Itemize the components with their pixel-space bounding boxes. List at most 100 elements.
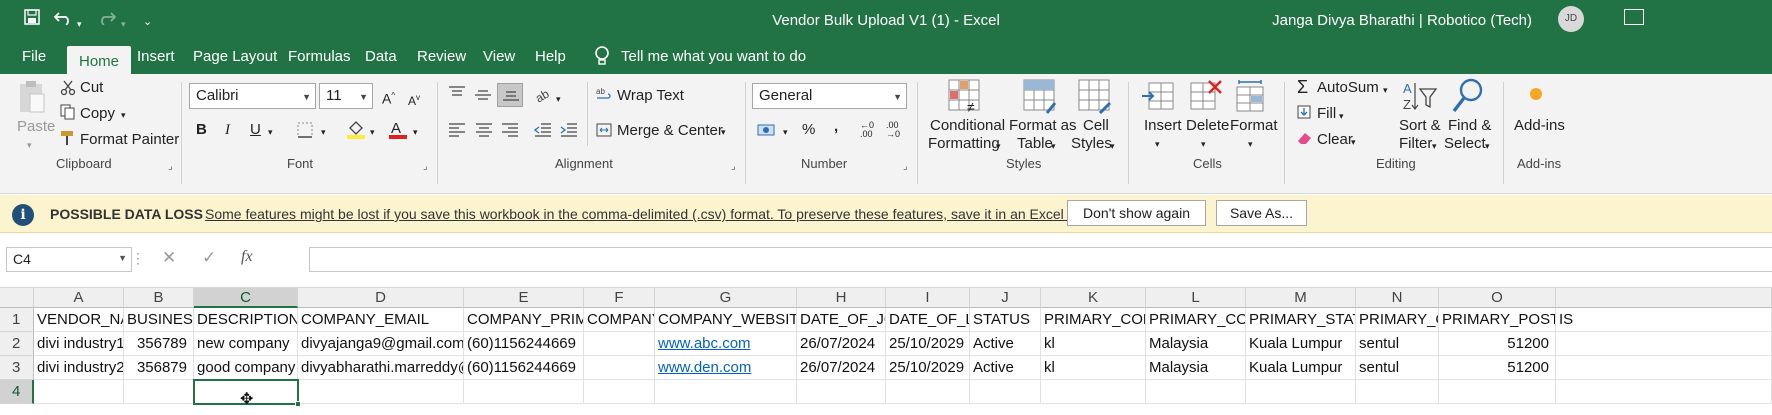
borders-dropdown-icon[interactable]: ▾: [321, 123, 326, 141]
tab-data[interactable]: Data: [365, 47, 397, 67]
tab-insert[interactable]: Insert: [137, 47, 175, 67]
table-cell[interactable]: [124, 380, 194, 404]
header-cell[interactable]: PRIMARY_CI: [1356, 308, 1439, 332]
accounting-format-icon[interactable]: [757, 122, 777, 141]
italic-button[interactable]: I: [225, 121, 230, 139]
conditional-formatting-button[interactable]: Conditional: [930, 117, 1005, 135]
align-center-icon[interactable]: [475, 123, 493, 140]
table-cell[interactable]: [970, 380, 1041, 404]
paste-button[interactable]: Paste: [17, 118, 55, 136]
top-align-icon[interactable]: [448, 86, 466, 103]
table-cell[interactable]: 51200: [1439, 332, 1556, 356]
tell-me-search[interactable]: Tell me what you want to do: [621, 47, 806, 67]
row-header-4[interactable]: 4: [0, 380, 34, 404]
table-cell[interactable]: 356789: [124, 332, 194, 356]
increase-decimal-icon[interactable]: ←0.00: [860, 121, 874, 139]
header-cell[interactable]: PRIMARY_STATE: [1246, 308, 1356, 332]
header-cell[interactable]: STATUS: [970, 308, 1041, 332]
header-cell[interactable]: COMPANY_EMAIL: [298, 308, 464, 332]
column-header-g[interactable]: G: [655, 288, 797, 308]
table-cell[interactable]: divyajanga9@gmail.com: [298, 332, 464, 356]
borders-icon[interactable]: [297, 122, 313, 141]
middle-align-icon[interactable]: [474, 88, 492, 105]
column-header-l[interactable]: L: [1146, 288, 1246, 308]
number-format-select[interactable]: General ▼: [752, 83, 907, 109]
table-cell[interactable]: [655, 380, 797, 404]
table-cell[interactable]: divyabharathi.marreddy@: [298, 356, 464, 380]
column-header-i[interactable]: I: [886, 288, 970, 308]
paste-dropdown-icon[interactable]: ▾: [27, 136, 32, 154]
tab-formulas[interactable]: Formulas: [288, 47, 351, 67]
clear-button[interactable]: Clear: [1317, 131, 1353, 149]
header-cell[interactable]: IS: [1556, 308, 1772, 332]
orientation-dropdown-icon[interactable]: ▾: [556, 90, 561, 108]
decrease-indent-icon[interactable]: [533, 123, 552, 140]
column-header-a[interactable]: A: [34, 288, 124, 308]
increase-indent-icon[interactable]: [560, 123, 578, 140]
table-cell[interactable]: kl: [1041, 356, 1146, 380]
fill-color-icon[interactable]: [346, 120, 366, 143]
table-cell[interactable]: sentul: [1356, 332, 1439, 356]
tab-view[interactable]: View: [483, 47, 515, 67]
clipboard-launcher-icon[interactable]: ⌟: [168, 158, 173, 176]
table-cell[interactable]: (60)1156244669: [464, 332, 584, 356]
header-cell[interactable]: PRIMARY_COU: [1146, 308, 1246, 332]
paste-icon[interactable]: [18, 80, 46, 119]
column-header-c[interactable]: C: [194, 288, 298, 308]
insert-cells-button[interactable]: Insert: [1144, 117, 1182, 135]
insert-function-icon[interactable]: fx: [241, 248, 253, 266]
table-cell[interactable]: [1041, 380, 1146, 404]
column-header-j[interactable]: J: [970, 288, 1041, 308]
comma-style-button[interactable]: ,: [834, 118, 838, 136]
enter-icon[interactable]: ✓: [202, 248, 216, 268]
header-cell[interactable]: VENDOR_NAM: [34, 308, 124, 332]
accounting-dropdown-icon[interactable]: ▾: [783, 123, 788, 141]
tab-file[interactable]: File: [22, 47, 46, 67]
decrease-decimal-icon[interactable]: .00 →0: [886, 121, 900, 139]
column-header[interactable]: [1556, 288, 1772, 308]
table-cell[interactable]: good company: [194, 356, 298, 380]
header-cell[interactable]: COMPANY: [584, 308, 655, 332]
merge-dropdown-icon[interactable]: ▾: [721, 123, 726, 141]
sort-filter-button[interactable]: Sort &: [1399, 117, 1441, 135]
tab-help[interactable]: Help: [535, 47, 566, 67]
number-launcher-icon[interactable]: ⌟: [903, 158, 908, 176]
table-cell[interactable]: sentul: [1356, 356, 1439, 380]
table-cell[interactable]: www.den.com: [655, 356, 797, 380]
column-header-n[interactable]: N: [1356, 288, 1439, 308]
font-launcher-icon[interactable]: ⌟: [423, 158, 428, 176]
avatar[interactable]: JD: [1558, 6, 1584, 32]
table-cell[interactable]: 26/07/2024: [797, 332, 886, 356]
header-cell[interactable]: DATE_OF_JO: [797, 308, 886, 332]
table-cell[interactable]: divi industry2: [34, 356, 124, 380]
autosum-button[interactable]: AutoSum: [1317, 79, 1379, 97]
table-cell[interactable]: [584, 332, 655, 356]
fill-button[interactable]: Fill: [1317, 105, 1336, 123]
copy-button[interactable]: Copy: [80, 105, 115, 123]
wrap-text-button[interactable]: Wrap Text: [617, 87, 684, 105]
table-cell[interactable]: divi industry1: [34, 332, 124, 356]
tab-home[interactable]: Home: [67, 46, 132, 74]
increase-font-size-icon[interactable]: A^: [382, 87, 395, 108]
column-header-f[interactable]: F: [584, 288, 655, 308]
table-cell[interactable]: [1146, 380, 1246, 404]
column-header-h[interactable]: H: [797, 288, 886, 308]
table-cell[interactable]: (60)1156244669: [464, 356, 584, 380]
percent-style-button[interactable]: %: [802, 121, 815, 139]
table-cell[interactable]: [1556, 380, 1772, 404]
column-header-e[interactable]: E: [464, 288, 584, 308]
table-cell[interactable]: [797, 380, 886, 404]
table-cell[interactable]: [464, 380, 584, 404]
header-cell[interactable]: PRIMARY_POSTC: [1439, 308, 1556, 332]
table-cell[interactable]: [1556, 356, 1772, 380]
table-cell[interactable]: 51200: [1439, 356, 1556, 380]
clear-dropdown-icon[interactable]: ▾: [1351, 133, 1356, 151]
table-cell[interactable]: [584, 356, 655, 380]
align-left-icon[interactable]: [448, 123, 466, 140]
table-cell[interactable]: [1439, 380, 1556, 404]
table-cell[interactable]: kl: [1041, 332, 1146, 356]
bold-button[interactable]: B: [196, 121, 207, 139]
cell-styles-button[interactable]: Cell: [1083, 117, 1109, 135]
autosum-dropdown-icon[interactable]: ▾: [1383, 81, 1388, 99]
tab-review[interactable]: Review: [417, 47, 466, 67]
